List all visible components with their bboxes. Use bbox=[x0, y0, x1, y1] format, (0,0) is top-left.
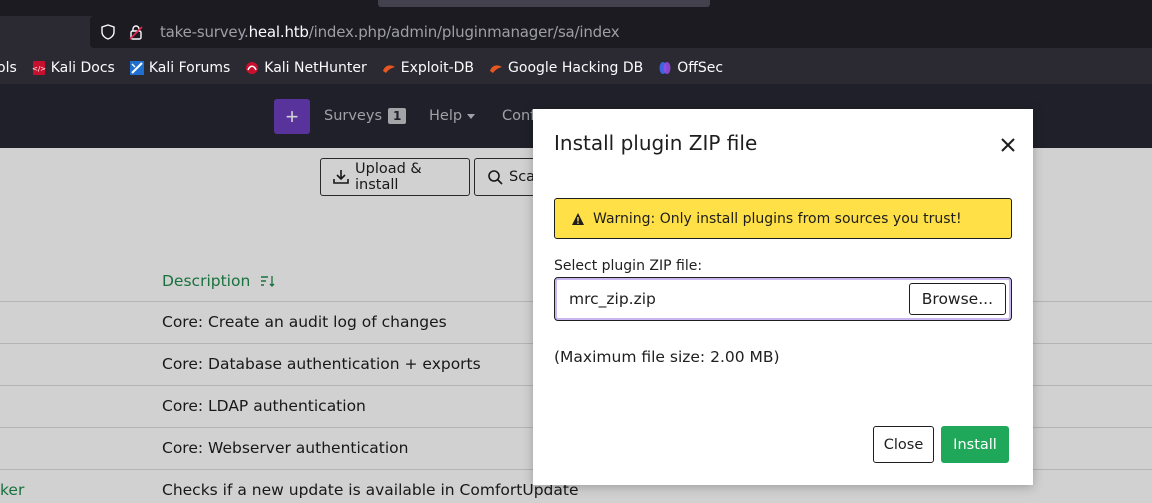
warning-text: Warning: Only install plugins from sourc… bbox=[593, 210, 962, 227]
browser-toolbar: take-survey.heal.htb/index.php/admin/plu… bbox=[0, 16, 1152, 52]
browse-button[interactable]: Browse... bbox=[908, 283, 1006, 315]
browser-tab[interactable] bbox=[378, 0, 710, 7]
file-input[interactable]: mrc_zip.zip Browse... bbox=[554, 277, 1012, 321]
bookmark-tools[interactable]: ols bbox=[0, 60, 17, 76]
file-field-label: Select plugin ZIP file: bbox=[554, 258, 703, 274]
svg-text:</>: </> bbox=[32, 65, 46, 73]
modal-title: Install plugin ZIP file bbox=[554, 131, 758, 155]
close-icon[interactable] bbox=[999, 136, 1017, 154]
install-button[interactable]: Install bbox=[941, 426, 1009, 463]
bookmark-exploit-db[interactable]: Exploit-DB bbox=[381, 60, 474, 76]
url-text[interactable]: take-survey.heal.htb/index.php/admin/plu… bbox=[160, 23, 620, 41]
bookmarks-bar: ols </> Kali Docs Kali Forums Kali NetHu… bbox=[0, 52, 1152, 84]
bookmark-kali-forums[interactable]: Kali Forums bbox=[129, 60, 230, 76]
lock-insecure-icon[interactable] bbox=[126, 22, 146, 42]
kali-forums-icon bbox=[129, 60, 145, 76]
close-button[interactable]: Close bbox=[873, 426, 934, 463]
bookmark-kali-nethunter[interactable]: Kali NetHunter bbox=[244, 60, 367, 76]
offsec-icon bbox=[657, 60, 673, 76]
kali-docs-icon: </> bbox=[31, 60, 47, 76]
nethunter-icon bbox=[244, 60, 260, 76]
bookmark-kali-docs[interactable]: </> Kali Docs bbox=[31, 60, 115, 76]
ghdb-icon bbox=[488, 60, 504, 76]
max-file-size-note: (Maximum file size: 2.00 MB) bbox=[554, 348, 780, 366]
shield-icon[interactable] bbox=[98, 22, 118, 42]
warning-alert: Warning: Only install plugins from sourc… bbox=[554, 198, 1012, 239]
install-plugin-modal: Install plugin ZIP file Warning: Only in… bbox=[533, 109, 1033, 485]
warning-icon bbox=[571, 212, 585, 226]
exploit-db-icon bbox=[381, 60, 397, 76]
bookmark-offsec[interactable]: OffSec bbox=[657, 60, 723, 76]
selected-file-name: mrc_zip.zip bbox=[569, 290, 656, 308]
browser-tabstrip bbox=[0, 0, 1152, 16]
address-bar[interactable]: take-survey.heal.htb/index.php/admin/plu… bbox=[90, 16, 1152, 48]
bookmark-google-hacking-db[interactable]: Google Hacking DB bbox=[488, 60, 643, 76]
